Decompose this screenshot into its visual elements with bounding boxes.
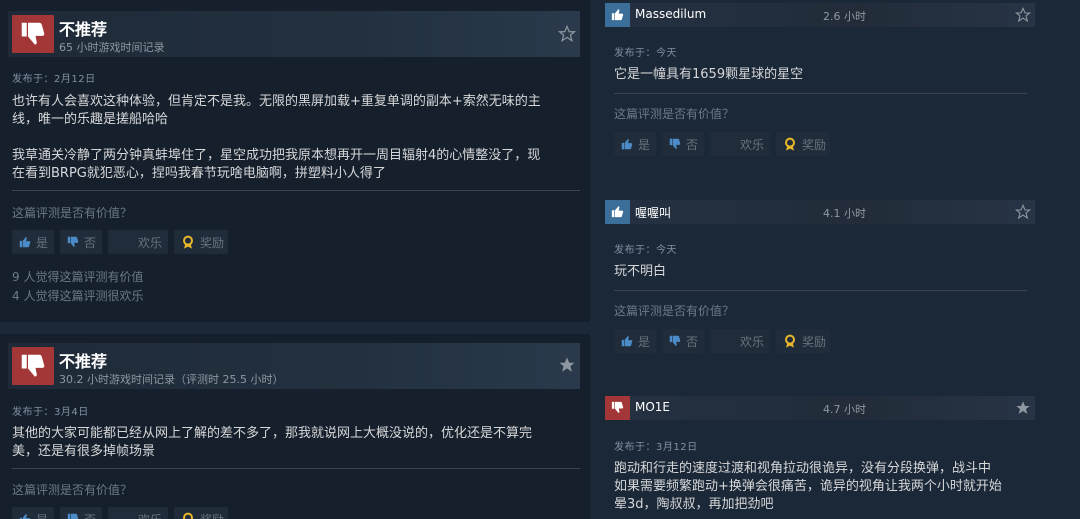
vote-yes-label: 是: [638, 334, 651, 349]
vote-funny-button[interactable]: 欢乐: [108, 507, 168, 519]
review-card: 不推荐 65 小时游戏时间记录 发布于：2月12日 也许有人会喜欢这种体验，但肯…: [0, 0, 590, 322]
vote-yes-button[interactable]: 是: [12, 507, 54, 519]
award-button[interactable]: 奖励: [776, 132, 830, 156]
review-header[interactable]: 不推荐 65 小时游戏时间记录: [8, 11, 580, 57]
thumbs-up-icon: [19, 237, 31, 248]
star-outline-icon[interactable]: [558, 25, 576, 43]
award-icon: [183, 235, 193, 249]
vote-no-label: 否: [686, 334, 699, 349]
vote-funny-label: 欢乐: [740, 334, 765, 349]
vote-yes-label: 是: [638, 137, 651, 152]
review-text-line: 我草通关冷静了两分钟真蚌埠住了，星空成功把我原本想再开一周目辐射4的心情整没了，…: [12, 148, 541, 163]
playtime: 65 小时游戏时间记录: [59, 41, 165, 54]
divider: [614, 93, 1027, 94]
vote-funny-label: 欢乐: [138, 235, 163, 250]
vote-yes-label: 是: [36, 235, 49, 250]
review-text-line: 晕3d，陶叔叔，再加把劲吧: [614, 497, 774, 512]
review-header[interactable]: 喔喔叫 4.1 小时: [605, 200, 1035, 224]
review-card: 不推荐 30.2 小时游戏时间记录（评测时 25.5 小时） 发布于：3月4日 …: [0, 334, 590, 519]
vote-funny-label: 欢乐: [740, 137, 765, 152]
review-verdict: 不推荐: [59, 352, 108, 371]
playtime: 4.1 小时: [823, 207, 866, 220]
vote-no-label: 否: [686, 137, 699, 152]
award-label: 奖励: [802, 334, 827, 349]
thumbs-down-icon: [67, 236, 79, 247]
award-icon: [785, 334, 795, 348]
divider: [614, 290, 1027, 291]
divider: [12, 190, 580, 191]
reviewer-name[interactable]: Massedilum: [635, 7, 706, 21]
review-header[interactable]: Massedilum 2.6 小时: [605, 3, 1035, 27]
thumbs-down-icon: [12, 347, 54, 385]
review-text-line: 玩不明白: [614, 264, 667, 279]
award-label: 奖励: [200, 511, 224, 519]
award-label: 奖励: [200, 235, 225, 250]
award-icon: [785, 137, 795, 151]
reviewer-name[interactable]: 喔喔叫: [635, 204, 671, 221]
review-verdict: 不推荐: [59, 20, 108, 39]
post-date: 发布于：2月12日: [12, 74, 96, 85]
vote-no-button[interactable]: 否: [662, 329, 704, 353]
helpful-count: 9 人觉得这篇评测有价值: [12, 270, 144, 284]
helpful-question: 这篇评测是否有价值？: [12, 206, 133, 220]
reviewer-name[interactable]: MO1E: [635, 400, 670, 414]
thumbs-down-icon: [67, 513, 79, 519]
funny-count: 4 人觉得这篇评测很欢乐: [12, 289, 144, 303]
review-header[interactable]: 不推荐 30.2 小时游戏时间记录（评测时 25.5 小时）: [8, 343, 580, 389]
vote-funny-label: 欢乐: [138, 511, 162, 519]
vote-no-button[interactable]: 否: [662, 132, 704, 156]
vote-no-label: 否: [84, 235, 97, 250]
post-date: 发布于：今天: [614, 245, 677, 256]
award-button[interactable]: 奖励: [776, 329, 830, 353]
vote-yes-label: 是: [36, 511, 48, 519]
review-text-line: 线，唯一的乐趣是搓船哈哈: [12, 112, 169, 127]
award-icon: [183, 512, 193, 519]
thumbs-up-icon: [621, 139, 633, 150]
review-text-line: 跑动和行走的速度过渡和视角拉动很诡异，没有分段换弹，战斗中: [614, 461, 992, 476]
helpful-question: 这篇评测是否有价值？: [12, 483, 133, 497]
vote-yes-button[interactable]: 是: [614, 329, 656, 353]
review-text-line: 在看到BRPG就犯恶心，捏吗我春节玩啥电脑啊，拼塑料小人得了: [12, 166, 386, 181]
thumbs-up-icon: [605, 200, 630, 224]
vote-funny-button[interactable]: 欢乐: [710, 132, 770, 156]
review-text-line: 它是一幢具有1659颗星球的星空: [614, 67, 804, 82]
review-text-line: 如果需要频繁跑动+换弹会很痛苦，诡异的视角让我两个小时就开始: [614, 479, 1002, 494]
star-filled-icon[interactable]: [1015, 400, 1031, 416]
star-filled-icon[interactable]: [558, 356, 576, 374]
vote-funny-button[interactable]: 欢乐: [710, 329, 770, 353]
review-text-line: 也许有人会喜欢这种体验，但肯定不是我。无限的黑屏加载+重复单调的副本+索然无味的…: [12, 94, 541, 109]
thumbs-up-icon: [605, 3, 630, 27]
thumbs-down-icon: [669, 138, 681, 149]
review-text-line: 其他的大家可能都已经从网上了解的差不多了，那我就说网上大概没说的，优化还是不算完: [12, 426, 533, 441]
helpful-question: 这篇评测是否有价值？: [614, 107, 735, 121]
award-button[interactable]: 奖励: [174, 230, 228, 254]
post-date: 发布于：3月4日: [12, 407, 89, 418]
playtime: 4.7 小时: [823, 403, 866, 416]
thumbs-up-icon: [19, 514, 31, 519]
thumbs-down-icon: [605, 396, 630, 420]
vote-no-label: 否: [84, 511, 96, 519]
vote-yes-button[interactable]: 是: [12, 230, 54, 254]
vote-funny-button[interactable]: 欢乐: [108, 230, 168, 254]
vote-no-button[interactable]: 否: [60, 230, 102, 254]
star-outline-icon[interactable]: [1015, 7, 1031, 23]
review-header[interactable]: MO1E 4.7 小时: [605, 396, 1035, 420]
post-date: 发布于：今天: [614, 48, 677, 59]
vote-no-button[interactable]: 否: [60, 507, 102, 519]
playtime: 2.6 小时: [823, 10, 866, 23]
helpful-question: 这篇评测是否有价值？: [614, 304, 735, 318]
playtime: 30.2 小时游戏时间记录（评测时 25.5 小时）: [59, 373, 284, 386]
thumbs-down-icon: [12, 15, 54, 53]
thumbs-up-icon: [621, 336, 633, 347]
award-label: 奖励: [802, 137, 827, 152]
review-text-line: 美，还是有很多掉帧场景: [12, 444, 156, 459]
divider: [12, 468, 580, 469]
vote-yes-button[interactable]: 是: [614, 132, 656, 156]
post-date: 发布于：3月12日: [614, 442, 698, 453]
thumbs-down-icon: [669, 335, 681, 346]
award-button[interactable]: 奖励: [174, 507, 228, 519]
star-outline-icon[interactable]: [1015, 204, 1031, 220]
